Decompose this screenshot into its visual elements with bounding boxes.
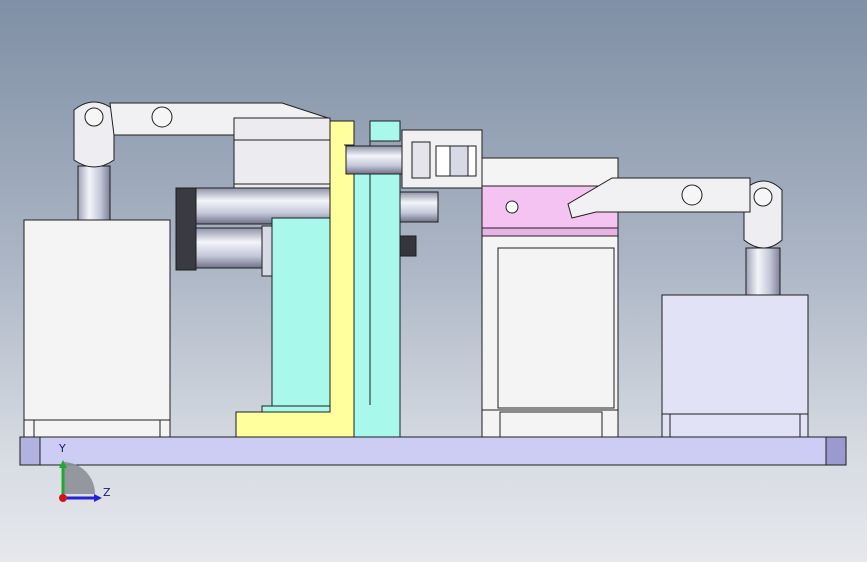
guide-rod-lower[interactable] [399,191,439,257]
cad-viewport[interactable]: Y Z [0,0,867,562]
clevis-joint[interactable] [401,129,483,189]
z-axis-label: Z [103,486,111,499]
x-axis-dot [59,494,67,502]
coordinate-triad [59,460,102,502]
left-support-block[interactable] [23,219,171,438]
right-support-block[interactable] [661,294,809,438]
base-plate[interactable] [19,436,847,466]
y-axis-label: Y [59,442,66,455]
fixture-assembly[interactable] [0,0,867,562]
